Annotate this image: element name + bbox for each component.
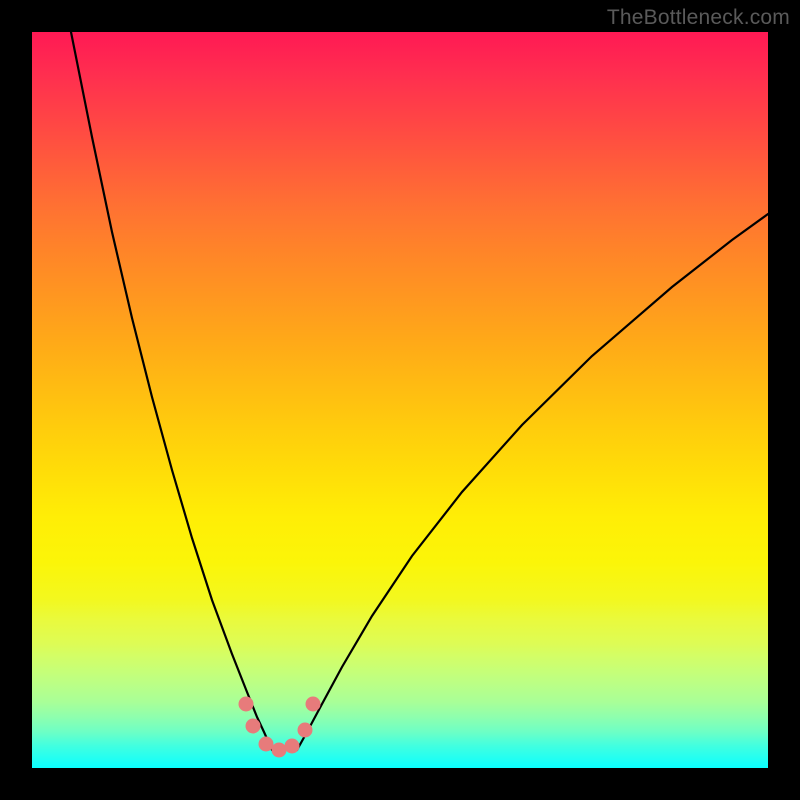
curve-right-branch xyxy=(297,214,768,750)
data-marker xyxy=(285,739,300,754)
data-marker xyxy=(259,737,274,752)
data-marker xyxy=(272,743,287,758)
watermark-text: TheBottleneck.com xyxy=(607,6,790,30)
data-marker xyxy=(306,697,321,712)
plot-area xyxy=(32,32,768,768)
marker-group xyxy=(239,697,321,758)
data-marker xyxy=(246,719,261,734)
data-marker xyxy=(298,723,313,738)
chart-svg xyxy=(32,32,768,768)
data-marker xyxy=(239,697,254,712)
curve-left-branch xyxy=(71,32,272,750)
curve-group xyxy=(71,32,768,750)
